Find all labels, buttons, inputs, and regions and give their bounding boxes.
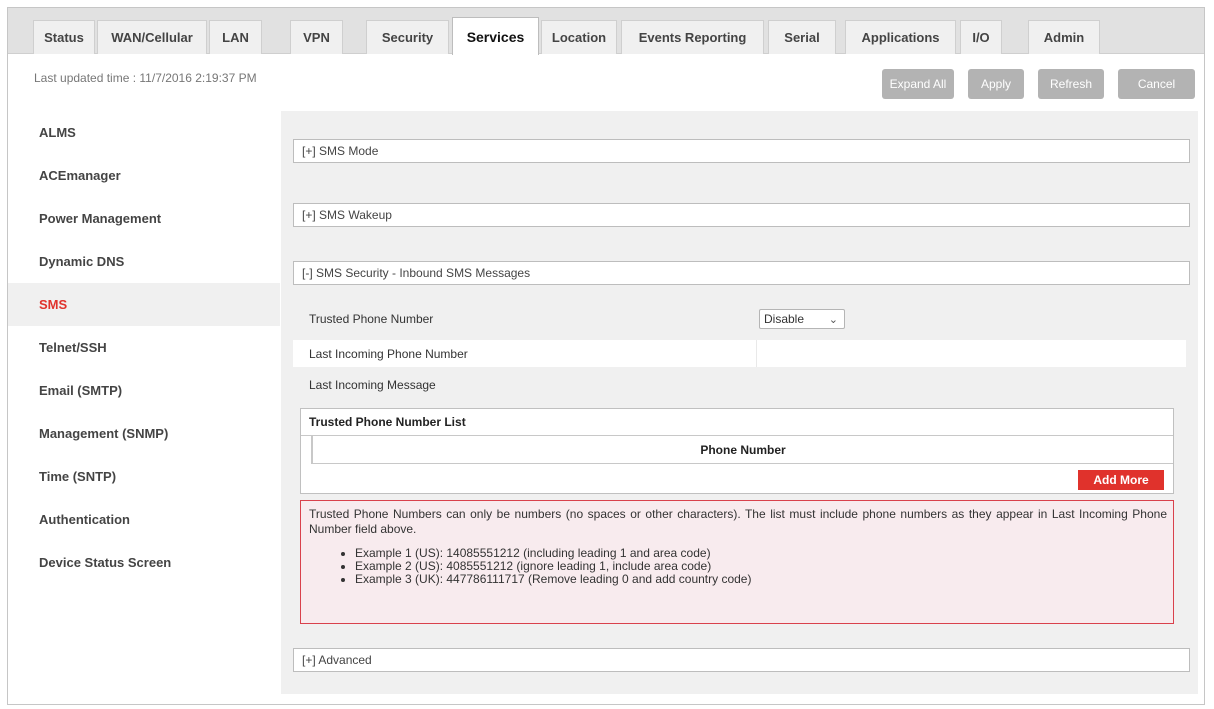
tab-status[interactable]: Status bbox=[33, 20, 95, 54]
tab-services[interactable]: Services bbox=[452, 17, 539, 55]
tab-events-reporting[interactable]: Events Reporting bbox=[621, 20, 764, 54]
tab-lan[interactable]: LAN bbox=[209, 20, 262, 54]
trusted-phone-number-list: Trusted Phone Number List Phone Number A… bbox=[300, 408, 1174, 494]
section-sms-mode[interactable]: [+] SMS Mode bbox=[293, 139, 1190, 163]
last-incoming-message-label: Last Incoming Message bbox=[309, 378, 436, 392]
expand-all-button[interactable]: Expand All bbox=[882, 69, 954, 99]
example-list: Example 1 (US): 14085551212 (including l… bbox=[309, 547, 1167, 586]
tab-wan-cellular[interactable]: WAN/Cellular bbox=[97, 20, 207, 54]
refresh-button[interactable]: Refresh bbox=[1038, 69, 1104, 99]
tab-security[interactable]: Security bbox=[366, 20, 449, 54]
sidebar-item-email-smtp[interactable]: Email (SMTP) bbox=[8, 369, 280, 412]
last-incoming-message-row: Last Incoming Message bbox=[293, 371, 1186, 398]
top-tab-bar: Status WAN/Cellular LAN VPN Security Ser… bbox=[8, 8, 1204, 55]
note-text: Trusted Phone Numbers can only be number… bbox=[309, 507, 1167, 536]
phone-number-column-header: Phone Number bbox=[311, 436, 1173, 464]
sidebar-item-sms[interactable]: SMS bbox=[8, 283, 280, 326]
sidebar-item-management-snmp[interactable]: Management (SNMP) bbox=[8, 412, 280, 455]
trusted-phone-number-row: Trusted Phone Number Disable ⌄ bbox=[293, 305, 1186, 332]
tab-admin[interactable]: Admin bbox=[1028, 20, 1100, 54]
sidebar-item-device-status-screen[interactable]: Device Status Screen bbox=[8, 541, 280, 584]
last-incoming-phone-row: Last Incoming Phone Number bbox=[293, 340, 1186, 367]
last-incoming-phone-label: Last Incoming Phone Number bbox=[309, 347, 468, 361]
trusted-phone-number-label: Trusted Phone Number bbox=[309, 312, 434, 326]
column-divider bbox=[756, 340, 757, 367]
app-window: Status WAN/Cellular LAN VPN Security Ser… bbox=[7, 7, 1205, 705]
chevron-down-icon: ⌄ bbox=[828, 314, 838, 326]
cancel-button[interactable]: Cancel bbox=[1118, 69, 1195, 99]
example-item: Example 3 (UK): 447786111717 (Remove lea… bbox=[355, 573, 1167, 586]
trusted-phone-number-value: Disable bbox=[764, 312, 805, 326]
add-more-button[interactable]: Add More bbox=[1078, 470, 1164, 490]
section-sms-wakeup[interactable]: [+] SMS Wakeup bbox=[293, 203, 1190, 227]
sidebar-item-authentication[interactable]: Authentication bbox=[8, 498, 280, 541]
apply-button[interactable]: Apply bbox=[968, 69, 1024, 99]
sidebar-item-power-management[interactable]: Power Management bbox=[8, 197, 280, 240]
section-advanced[interactable]: [+] Advanced bbox=[293, 648, 1190, 672]
sidebar-item-acemanager[interactable]: ACEmanager bbox=[8, 154, 280, 197]
sidebar-item-time-sntp[interactable]: Time (SNTP) bbox=[8, 455, 280, 498]
section-sms-security[interactable]: [-] SMS Security - Inbound SMS Messages bbox=[293, 261, 1190, 285]
sidebar-item-telnet-ssh[interactable]: Telnet/SSH bbox=[8, 326, 280, 369]
tab-vpn[interactable]: VPN bbox=[290, 20, 343, 54]
last-updated-time: Last updated time : 11/7/2016 2:19:37 PM bbox=[34, 71, 257, 85]
info-note: Trusted Phone Numbers can only be number… bbox=[300, 500, 1174, 624]
trusted-list-title: Trusted Phone Number List bbox=[301, 409, 1173, 436]
sidebar-item-alms[interactable]: ALMS bbox=[8, 111, 280, 154]
main-panel: [+] SMS Mode [+] SMS Wakeup [-] SMS Secu… bbox=[281, 111, 1198, 694]
tab-io[interactable]: I/O bbox=[960, 20, 1002, 54]
tab-location[interactable]: Location bbox=[541, 20, 617, 54]
trusted-phone-number-select[interactable]: Disable ⌄ bbox=[759, 309, 845, 329]
tab-applications[interactable]: Applications bbox=[845, 20, 956, 54]
tab-serial[interactable]: Serial bbox=[768, 20, 836, 54]
sidebar-item-dynamic-dns[interactable]: Dynamic DNS bbox=[8, 240, 280, 283]
